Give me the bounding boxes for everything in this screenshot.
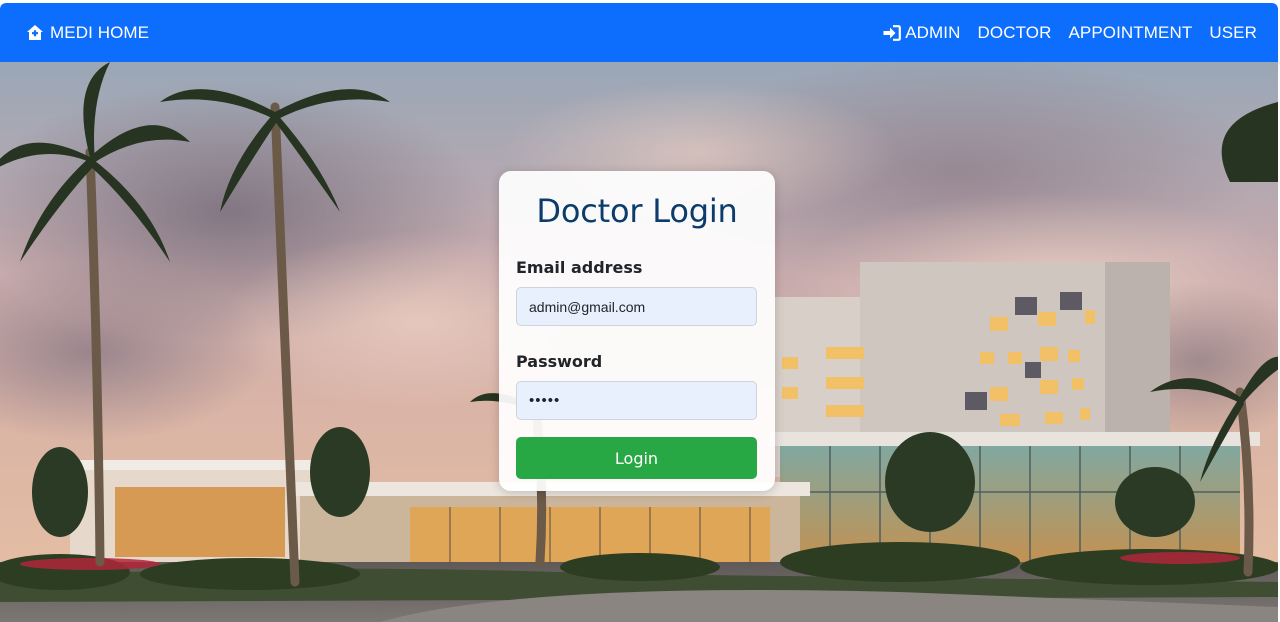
sign-in-icon bbox=[883, 24, 902, 41]
password-label: Password bbox=[516, 352, 603, 371]
nav-doctor-label: DOCTOR bbox=[977, 22, 1052, 42]
doctor-login-card: Doctor Login Email address Password Logi… bbox=[499, 171, 775, 491]
nav-links: ADMIN DOCTOR APPOINTMENT USER bbox=[883, 23, 1257, 43]
login-title: Doctor Login bbox=[536, 192, 738, 230]
nav-appointment[interactable]: APPOINTMENT bbox=[1068, 23, 1192, 43]
brand-link[interactable]: MEDI HOME bbox=[26, 23, 149, 43]
nav-user-label: USER bbox=[1209, 22, 1257, 42]
password-input[interactable] bbox=[516, 381, 757, 420]
nav-doctor[interactable]: DOCTOR bbox=[978, 23, 1052, 43]
home-icon bbox=[26, 24, 44, 41]
brand-label: MEDI HOME bbox=[50, 22, 150, 42]
page: MEDI HOME ADMIN DOCTOR APPOINTMENT USER bbox=[0, 3, 1278, 622]
email-input[interactable] bbox=[516, 287, 757, 326]
nav-user[interactable]: USER bbox=[1209, 23, 1257, 43]
navbar: MEDI HOME ADMIN DOCTOR APPOINTMENT USER bbox=[0, 3, 1278, 62]
nav-appointment-label: APPOINTMENT bbox=[1068, 22, 1193, 42]
login-button[interactable]: Login bbox=[516, 437, 757, 479]
nav-admin-label: ADMIN bbox=[905, 22, 961, 42]
email-label: Email address bbox=[516, 258, 643, 277]
nav-admin[interactable]: ADMIN bbox=[883, 23, 960, 43]
